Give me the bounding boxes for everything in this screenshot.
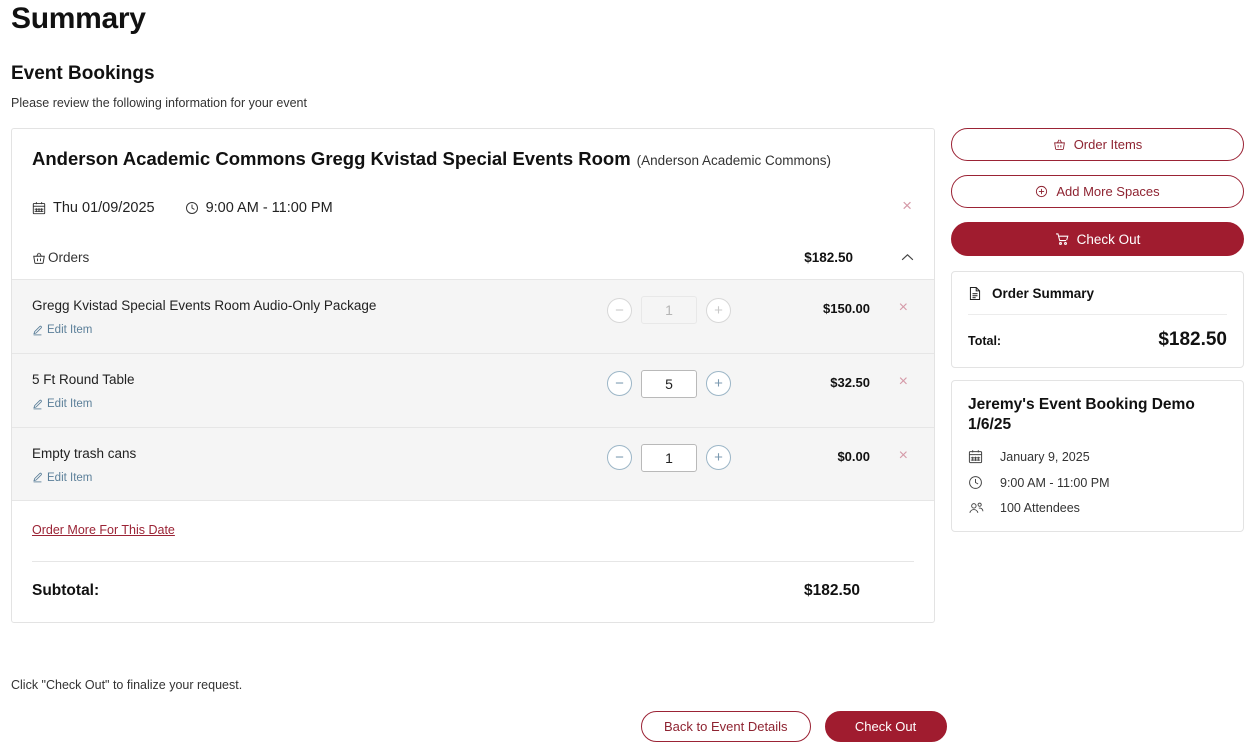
footer-actions: Back to Event Details Check Out: [641, 711, 947, 742]
quantity-input[interactable]: [641, 444, 697, 472]
order-summary-card: Order Summary Total: $182.50: [951, 271, 1244, 368]
quantity-increment-button[interactable]: +: [706, 371, 731, 396]
orders-amount: $182.50: [804, 250, 853, 265]
plus-circle-icon: [1035, 185, 1048, 198]
checkout-button-rail[interactable]: Check Out: [951, 222, 1244, 256]
item-price: $150.00: [754, 296, 874, 316]
space-title-row: Anderson Academic Commons Gregg Kvistad …: [32, 147, 914, 170]
orders-collapse-header[interactable]: Orders $182.50: [32, 250, 914, 279]
checkout-button-footer[interactable]: Check Out: [825, 711, 947, 742]
order-items-panel: Gregg Kvistad Special Events Room Audio-…: [12, 279, 934, 501]
booking-card: Anderson Academic Commons Gregg Kvistad …: [11, 128, 935, 623]
subtotal-label: Subtotal:: [32, 582, 804, 600]
table-row: 5 Ft Round Table Edit Item −: [12, 353, 934, 427]
booking-card-header: Anderson Academic Commons Gregg Kvistad …: [12, 129, 934, 279]
booking-time-text: 9:00 AM - 11:00 PM: [206, 200, 333, 216]
table-row: Empty trash cans Edit Item −: [12, 427, 934, 501]
remove-item-button[interactable]: ×: [874, 444, 914, 465]
clock-icon: [185, 201, 199, 215]
order-items-label: Order Items: [1074, 137, 1143, 152]
event-date-row: January 9, 2025: [968, 449, 1227, 464]
orders-label: Orders: [48, 250, 89, 265]
venue-name: (Anderson Academic Commons): [637, 153, 831, 170]
basket-icon: [32, 251, 46, 265]
event-details-card: Jeremy's Event Booking Demo 1/6/25: [951, 380, 1244, 532]
order-summary-total-label: Total:: [968, 334, 1158, 348]
basket-icon: [1053, 138, 1066, 151]
item-price: $0.00: [754, 444, 874, 464]
item-name: Gregg Kvistad Special Events Room Audio-…: [32, 298, 584, 314]
section-subtitle: Please review the following information …: [11, 96, 307, 110]
quantity-input[interactable]: [641, 370, 697, 398]
item-price: $32.50: [754, 370, 874, 390]
item-name: 5 Ft Round Table: [32, 372, 584, 388]
quantity-stepper: − +: [584, 370, 754, 398]
cart-icon: [1055, 232, 1069, 246]
order-summary-total-row: Total: $182.50: [968, 329, 1227, 351]
booking-datetime-row: Thu 01/09/2025 9:00 AM - 11:00 PM ×: [32, 196, 914, 220]
quantity-increment-button[interactable]: +: [706, 445, 731, 470]
order-items-button[interactable]: Order Items: [951, 128, 1244, 161]
event-title: Jeremy's Event Booking Demo 1/6/25: [968, 395, 1227, 435]
quantity-decrement-button[interactable]: −: [607, 371, 632, 396]
edit-pencil-icon: [32, 399, 43, 410]
back-to-event-details-button[interactable]: Back to Event Details: [641, 711, 811, 742]
space-name: Anderson Academic Commons Gregg Kvistad …: [32, 147, 631, 170]
checkout-rail-label: Check Out: [1077, 232, 1141, 247]
edit-item-label: Edit Item: [47, 324, 92, 336]
edit-item-link[interactable]: Edit Item: [32, 398, 92, 410]
edit-item-link[interactable]: Edit Item: [32, 472, 92, 484]
order-summary-total-value: $182.50: [1158, 329, 1227, 351]
event-attendees-text: 100 Attendees: [1000, 501, 1080, 515]
right-rail: Order Items Add More Spaces: [951, 128, 1244, 532]
edit-pencil-icon: [32, 325, 43, 336]
remove-booking-button[interactable]: ×: [900, 197, 914, 214]
subtotal-row: Subtotal: $182.50: [12, 562, 934, 622]
footer-note: Click "Check Out" to finalize your reque…: [11, 678, 242, 692]
page-title: Summary: [11, 2, 146, 36]
event-time-row: 9:00 AM - 11:00 PM: [968, 475, 1227, 490]
quantity-stepper: − +: [584, 444, 754, 472]
item-details: 5 Ft Round Table Edit Item: [32, 370, 584, 415]
orders-label-group: Orders: [32, 250, 804, 265]
calendar-icon: [968, 449, 990, 464]
section-title: Event Bookings: [11, 63, 155, 85]
document-icon: [968, 286, 982, 301]
booking-date-text: Thu 01/09/2025: [53, 200, 155, 216]
order-more-link[interactable]: Order More For This Date: [32, 523, 175, 537]
event-time-text: 9:00 AM - 11:00 PM: [1000, 476, 1110, 490]
people-icon: [968, 501, 990, 515]
booking-time: 9:00 AM - 11:00 PM: [185, 200, 333, 216]
edit-pencil-icon: [32, 472, 43, 483]
edit-item-link[interactable]: Edit Item: [32, 324, 92, 336]
order-summary-title: Order Summary: [992, 286, 1094, 301]
chevron-up-icon[interactable]: [901, 253, 914, 262]
quantity-increment-button: +: [706, 298, 731, 323]
quantity-stepper: − +: [584, 296, 754, 324]
edit-item-label: Edit Item: [47, 398, 92, 410]
subtotal-value: $182.50: [804, 582, 914, 600]
clock-icon: [968, 475, 990, 490]
edit-item-label: Edit Item: [47, 472, 92, 484]
event-attendees-row: 100 Attendees: [968, 501, 1227, 515]
calendar-icon: [32, 201, 46, 215]
remove-item-button[interactable]: ×: [874, 296, 914, 317]
add-more-spaces-button[interactable]: Add More Spaces: [951, 175, 1244, 208]
remove-item-button[interactable]: ×: [874, 370, 914, 391]
order-summary-header: Order Summary: [968, 286, 1227, 301]
event-date-text: January 9, 2025: [1000, 450, 1090, 464]
quantity-input: [641, 296, 697, 324]
quantity-decrement-button: −: [607, 298, 632, 323]
quantity-decrement-button[interactable]: −: [607, 445, 632, 470]
item-name: Empty trash cans: [32, 446, 584, 462]
table-row: Gregg Kvistad Special Events Room Audio-…: [12, 280, 934, 353]
order-summary-divider: [968, 314, 1227, 315]
booking-date: Thu 01/09/2025: [32, 200, 155, 216]
item-details: Gregg Kvistad Special Events Room Audio-…: [32, 296, 584, 341]
add-more-spaces-label: Add More Spaces: [1056, 184, 1159, 199]
item-details: Empty trash cans Edit Item: [32, 444, 584, 489]
order-more-wrapper: Order More For This Date: [12, 501, 934, 539]
summary-page: Summary Event Bookings Please review the…: [0, 0, 1251, 748]
